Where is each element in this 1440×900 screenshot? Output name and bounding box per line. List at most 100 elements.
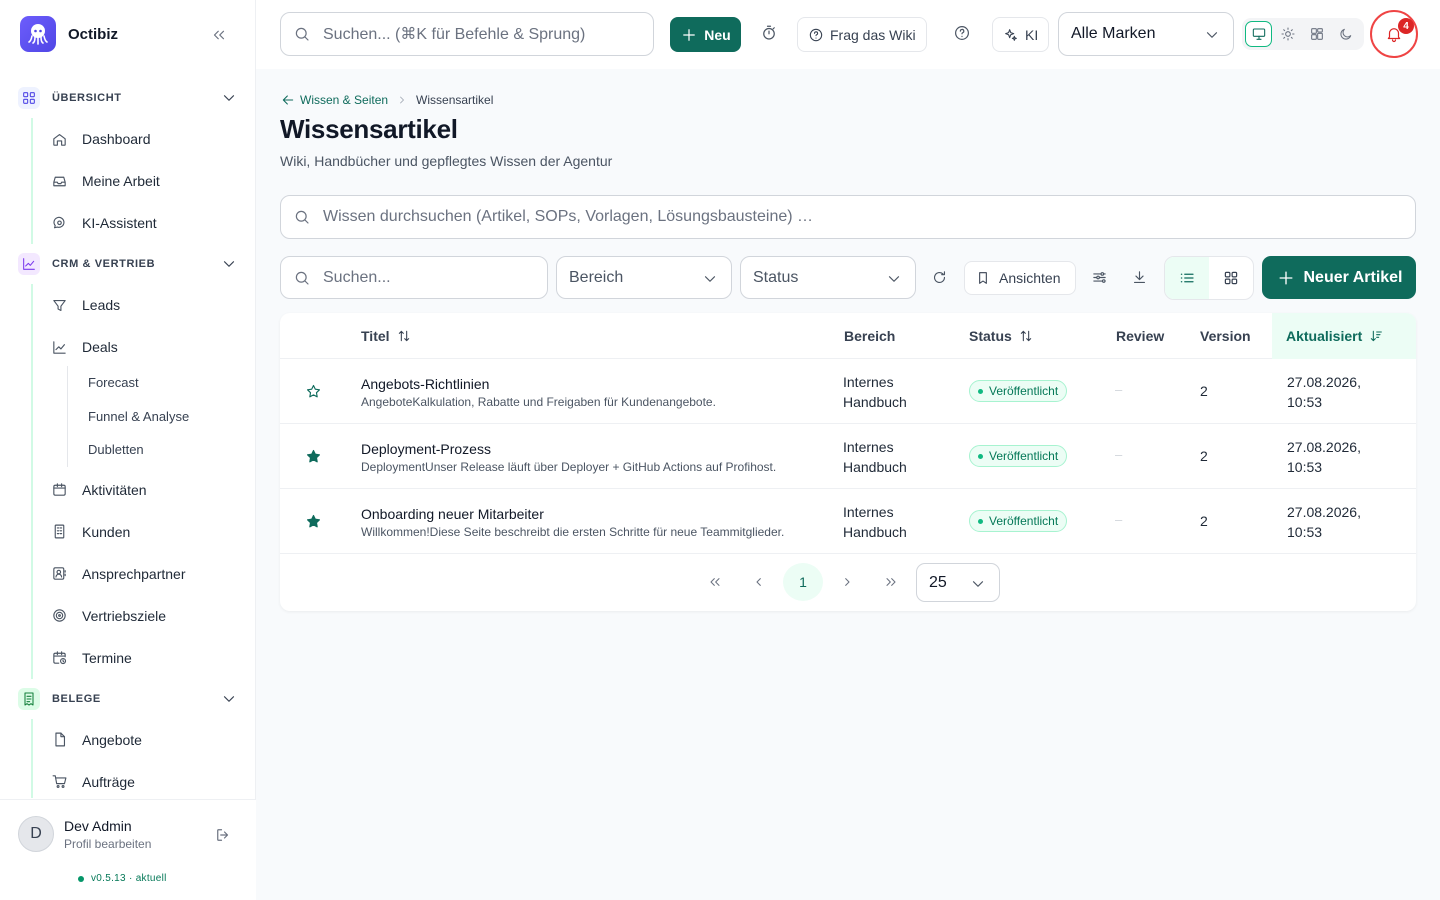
first-page-icon[interactable] [695,563,735,601]
article-description: Willkommen!Diese Seite beschreibt die er… [361,525,785,539]
sidebar-item-deals[interactable]: Deals [33,326,256,368]
moon-icon[interactable] [1332,21,1359,47]
knowledge-search-input[interactable]: Wissen durchsuchen (Artikel, SOPs, Vorla… [280,195,1416,239]
sidebar-item-customers[interactable]: Kunden [33,511,256,553]
column-header-version: Version [1200,328,1251,344]
download-icon[interactable] [1131,269,1148,286]
plus-icon [683,28,696,41]
section-crm[interactable]: CRM & VERTRIEB [0,244,256,284]
notifications-button[interactable]: 4 [1370,10,1418,58]
section-label: BELEGE [52,692,101,705]
views-button[interactable]: Ansichten [964,261,1076,295]
area-select[interactable]: Bereich [556,256,732,299]
status-select[interactable]: Status [740,256,916,299]
help-icon[interactable] [953,24,971,42]
table-row[interactable]: Deployment-Prozess DeploymentUnser Relea… [280,424,1416,489]
ai-button[interactable]: KI [992,17,1050,52]
table-row[interactable]: Angebots-Richtlinien AngeboteKalkulation… [280,359,1416,424]
sidebar-item-contacts[interactable]: Ansprechpartner [33,553,256,595]
sidebar-item-ai-assistant[interactable]: KI-Assistent [33,202,256,244]
section-items: Leads Deals Forecast Funnel & Analyse Du… [31,284,256,679]
status-dot-icon [978,518,983,524]
last-page-icon[interactable] [871,563,911,601]
global-search-input[interactable]: Suchen... (⌘K für Befehle & Sprung) [280,12,654,56]
brand-select[interactable]: Alle Marken [1058,12,1234,56]
sidebar-item-label: Meine Arbeit [82,173,160,189]
sidebar-item-label: Aufträge [82,773,135,790]
new-button[interactable]: Neu [670,17,741,52]
filter-search-placeholder: Suchen... [323,268,391,286]
refresh-icon[interactable] [931,269,948,286]
sidebar-item-sales-goals[interactable]: Vertriebsziele [33,595,256,637]
page-size-value: 25 [929,573,947,591]
user-name[interactable]: Dev Admin [64,818,132,834]
sidebar-item-my-work[interactable]: Meine Arbeit [33,160,256,202]
avatar[interactable]: D [18,816,54,852]
sliders-icon[interactable] [1091,269,1108,286]
status-badge-label: Veröffentlicht [989,449,1059,463]
column-header-updated[interactable]: Aktualisiert [1272,313,1416,359]
monitor-icon[interactable] [1245,21,1273,47]
filter-search-input[interactable]: Suchen... [280,256,548,299]
star-outline-icon[interactable] [305,383,322,400]
sidebar-subitem-duplicates[interactable]: Dubletten [68,433,256,467]
grid-view-icon[interactable] [1209,257,1253,299]
page-size-select[interactable]: 25 [916,563,1000,602]
sidebar-item-label: Kunden [82,523,131,540]
breadcrumb-back-link[interactable]: Wissen & Seiten [280,92,388,108]
bookmark-icon [979,272,987,284]
timer-icon[interactable] [760,24,778,42]
article-version: 2 [1200,383,1208,399]
sidebar-footer: D Dev Admin Profil bearbeiten v0.5.13 · … [0,799,256,900]
article-description: DeploymentUnser Release läuft über Deplo… [361,460,777,474]
pagination: 1 25 [280,554,1416,611]
brand[interactable]: Octibiz [20,16,118,52]
sun-icon[interactable] [1274,21,1301,47]
new-button-label: Neu [704,26,731,43]
section-items: Angebote Aufträge [31,718,256,799]
table-row[interactable]: Onboarding neuer Mitarbeiter Willkommen!… [280,489,1416,554]
sidebar-item-label: Aktivitäten [82,481,147,498]
sidebar-item-dashboard[interactable]: Dashboard [33,118,256,160]
collapse-sidebar-icon[interactable] [208,24,230,46]
search-icon [295,27,309,41]
sidebar-item-orders[interactable]: Aufträge [33,761,256,799]
sidebar-item-label: KI-Assistent [82,215,157,231]
section-overview[interactable]: ÜBERSICHT [0,78,256,118]
article-title[interactable]: Onboarding neuer Mitarbeiter [361,506,544,522]
theme-switcher [1242,18,1364,50]
next-page-icon[interactable] [827,563,867,601]
articles-table: Titel Bereich Status Review Version Aktu… [280,313,1416,611]
sidebar-subitem-forecast[interactable]: Forecast [68,366,256,400]
column-header-area: Bereich [844,328,896,344]
star-filled-icon[interactable] [305,448,322,465]
article-description: AngeboteKalkulation, Rabatte und Freigab… [361,395,716,409]
star-filled-icon[interactable] [305,513,322,530]
sidebar-item-quotes[interactable]: Angebote [33,719,256,761]
status-select-label: Status [753,268,799,286]
sidebar-subitem-funnel[interactable]: Funnel & Analyse [68,400,256,434]
sidebar-item-appointments[interactable]: Termine [33,637,256,679]
sidebar-item-label: Angebote [82,731,142,748]
edit-profile-link[interactable]: Profil bearbeiten [64,837,151,851]
column-header-status[interactable]: Status [969,328,1034,344]
list-view-icon[interactable] [1165,257,1209,299]
ask-wiki-button[interactable]: Frag das Wiki [797,17,927,52]
section-documents[interactable]: BELEGE [0,679,256,719]
sidebar-item-leads[interactable]: Leads [33,284,256,326]
layout-icon[interactable] [1303,21,1330,47]
article-title[interactable]: Angebots-Richtlinien [361,376,489,392]
chat-search-icon [53,216,65,228]
page-number-current[interactable]: 1 [783,563,823,601]
topbar: Suchen... (⌘K für Befehle & Sprung) Neu … [256,0,1440,69]
sidebar-item-activities[interactable]: Aktivitäten [33,469,256,511]
prev-page-icon[interactable] [739,563,779,601]
page-subtitle: Wiki, Handbücher und gepflegtes Wissen d… [280,153,613,169]
grid-icon [18,87,40,109]
logout-icon[interactable] [214,826,232,844]
ai-button-label: KI [1025,26,1039,43]
article-title[interactable]: Deployment-Prozess [361,441,491,457]
new-article-button[interactable]: Neuer Artikel [1262,256,1416,299]
column-header-title[interactable]: Titel [361,328,412,344]
status-dot-icon [978,388,983,394]
